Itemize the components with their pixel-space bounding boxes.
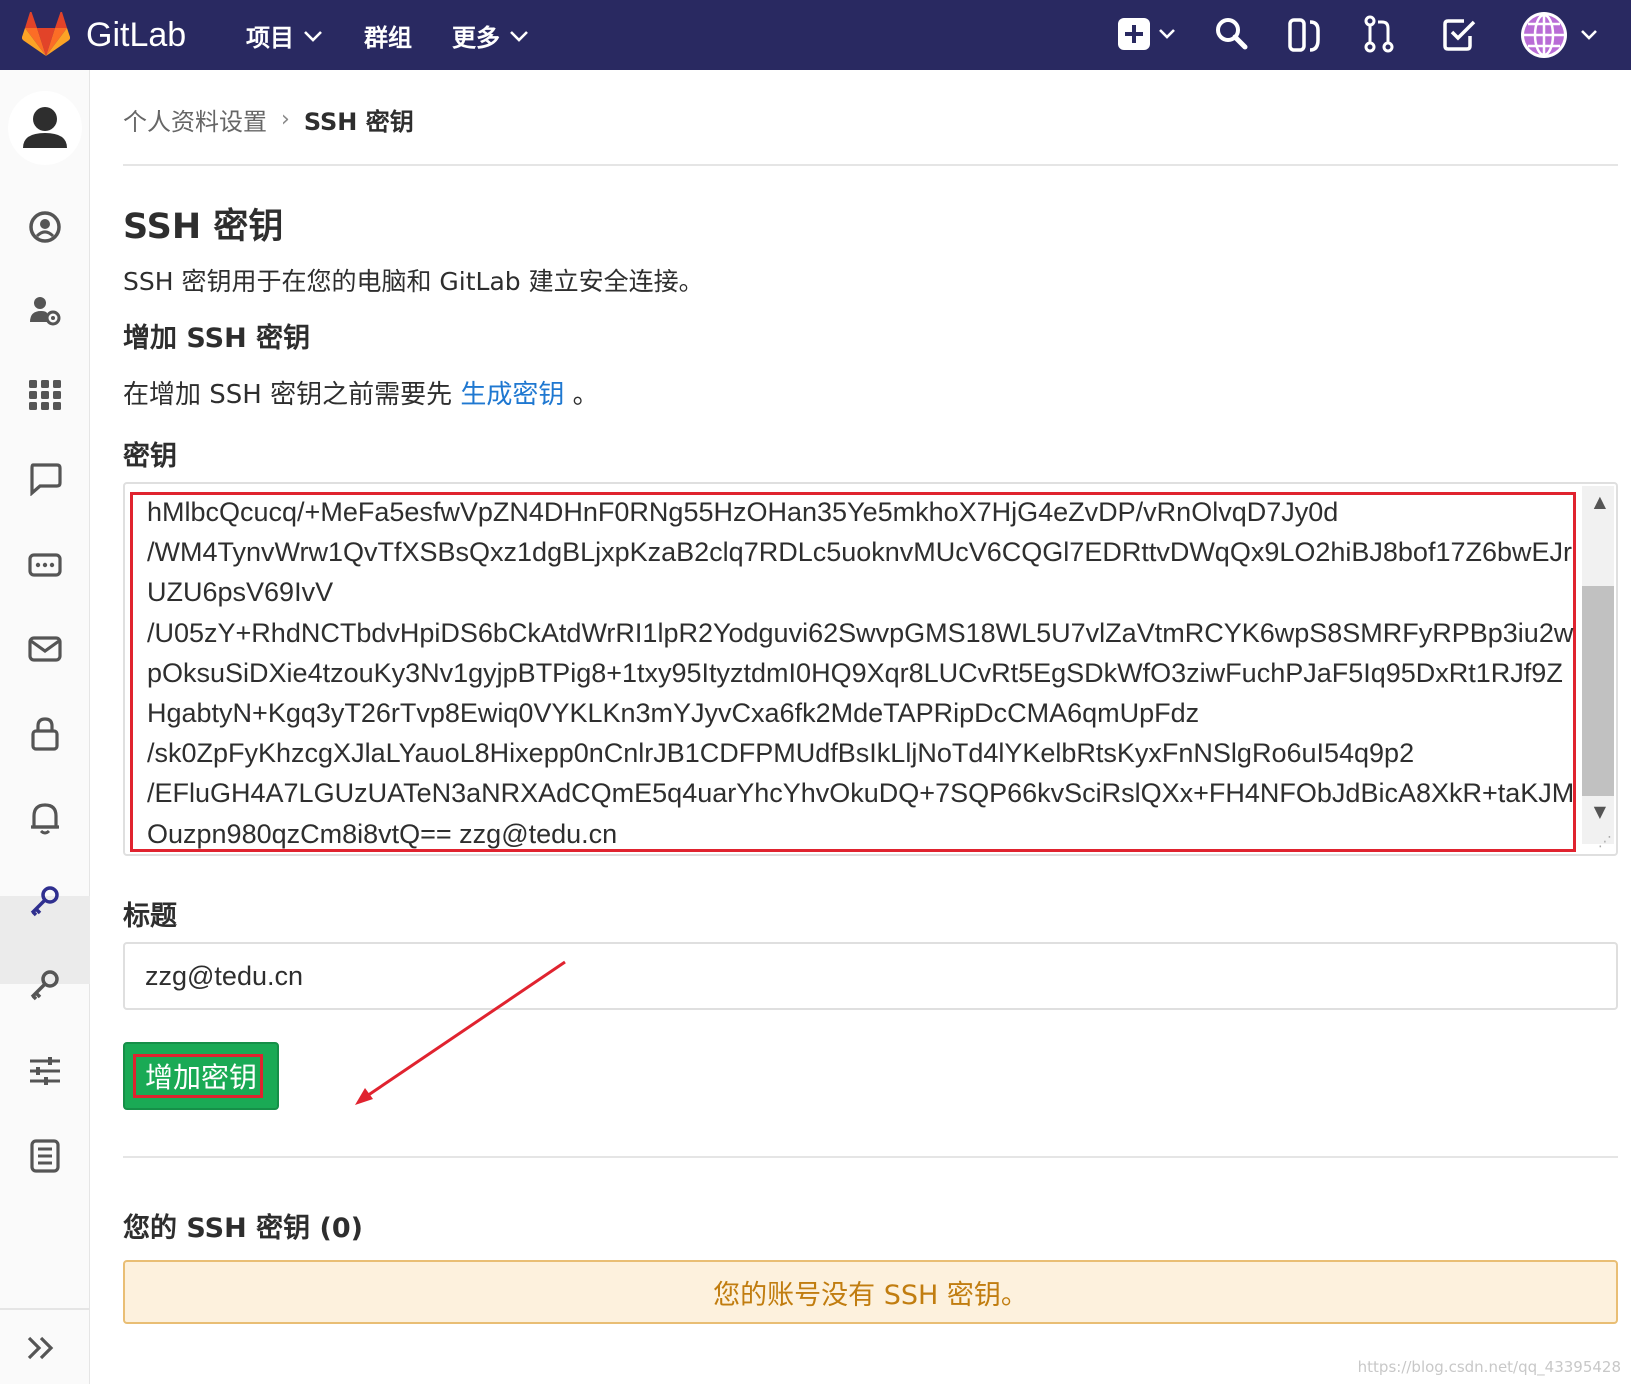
nav-more[interactable]: 更多 (452, 18, 530, 53)
user-menu[interactable] (1520, 10, 1620, 64)
emails-icon (28, 636, 62, 662)
profile-icon (29, 211, 61, 243)
chevron-down-icon (510, 30, 528, 42)
brand[interactable]: GitLab (22, 12, 186, 58)
scroll-up-icon[interactable]: ▲ (1594, 492, 1606, 511)
breadcrumb: 个人资料设置 › SSH 密钥 (123, 102, 414, 137)
divider (123, 164, 1618, 166)
authentication-log-icon (30, 1139, 60, 1173)
issues-icon (1288, 18, 1320, 52)
expand-sidebar-icon (27, 1336, 54, 1360)
add-key-heading: 增加 SSH 密钥 (123, 323, 311, 354)
plus-square-icon (1118, 18, 1175, 50)
sidebar-collapse[interactable] (0, 1308, 90, 1384)
textarea-scrollbar-thumb[interactable] (1582, 586, 1614, 796)
ssh-keys-icon (30, 886, 59, 917)
sidebar-item-account[interactable] (0, 294, 90, 328)
chevron-down-icon (304, 30, 322, 42)
sidebar-item-preferences[interactable] (0, 1054, 90, 1088)
new-dropdown[interactable] (1116, 14, 1182, 58)
resize-handle-icon[interactable]: ⋰ (1598, 834, 1612, 850)
gitlab-logo-icon (22, 12, 70, 56)
search-button[interactable] (1214, 16, 1250, 56)
annotation-highlight-box (133, 1054, 263, 1098)
brand-name: GitLab (86, 15, 187, 54)
chat-icon (30, 463, 62, 496)
sidebar-item-profile[interactable] (0, 210, 90, 244)
settings-sidebar (0, 70, 90, 1384)
add-key-button[interactable]: 增加密钥 (123, 1042, 279, 1110)
key-label: 密钥 (123, 441, 177, 472)
annotation-arrow-icon (355, 960, 566, 1105)
password-icon (31, 717, 59, 751)
title-label: 标题 (123, 901, 177, 932)
key-textarea-value: hMlbcQcucq/+MeFa5esfwVpZN4DHnF0RNg55HzOH… (147, 497, 1575, 849)
sidebar-item-gpg-keys[interactable] (0, 968, 90, 1002)
generate-key-link[interactable]: 生成密钥 (460, 380, 564, 410)
sidebar-item-chat[interactable] (0, 462, 90, 496)
search-icon (1216, 18, 1248, 50)
merge-requests-button[interactable] (1362, 14, 1396, 58)
nav-more-label: 更多 (452, 24, 500, 52)
user-avatar-icon (8, 91, 82, 165)
sidebar-item-notifications[interactable] (0, 800, 90, 836)
nav-groups[interactable]: 群组 (364, 18, 412, 53)
scroll-down-icon[interactable]: ▼ (1594, 802, 1606, 821)
breadcrumb-separator-icon: › (281, 107, 290, 132)
applications-icon (29, 380, 61, 410)
todos-button[interactable] (1442, 16, 1478, 56)
key-textarea[interactable]: hMlbcQcucq/+MeFa5esfwVpZN4DHnF0RNg55HzOH… (123, 482, 1618, 856)
breadcrumb-current[interactable]: SSH 密钥 (304, 102, 414, 137)
sidebar-item-password[interactable] (0, 716, 90, 752)
preferences-icon (30, 1057, 60, 1085)
top-navbar: GitLab 项目 群组 更多 (0, 0, 1631, 70)
access-tokens-icon (28, 553, 62, 577)
watermark: https://blog.csdn.net/qq_43395428 (1357, 1358, 1621, 1376)
issues-button[interactable] (1286, 16, 1324, 58)
generate-key-hint: 在增加 SSH 密钥之前需要先 生成密钥 。 (123, 374, 599, 411)
sidebar-item-authentication-log[interactable] (0, 1138, 90, 1174)
sidebar-item-applications[interactable] (0, 378, 90, 412)
divider (123, 1156, 1618, 1158)
hint-text: 在增加 SSH 密钥之前需要先 (123, 380, 453, 410)
avatar-globe-icon (1521, 12, 1597, 58)
no-keys-alert: 您的账号没有 SSH 密钥。 (123, 1260, 1618, 1324)
sidebar-item-access-tokens[interactable] (0, 548, 90, 582)
sidebar-item-emails[interactable] (0, 632, 90, 666)
todo-icon (1443, 19, 1476, 51)
notifications-icon (31, 803, 59, 835)
account-icon (30, 297, 61, 326)
merge-request-icon (1364, 15, 1394, 53)
page-title: SSH 密钥 (123, 207, 284, 247)
page-description: SSH 密钥用于在您的电脑和 GitLab 建立安全连接。 (123, 267, 704, 296)
hint-end: 。 (572, 380, 599, 410)
sidebar-user-avatar[interactable] (0, 90, 90, 166)
no-keys-message: 您的账号没有 SSH 密钥。 (713, 1279, 1028, 1311)
breadcrumb-parent[interactable]: 个人资料设置 (123, 102, 267, 137)
title-input[interactable] (123, 942, 1618, 1010)
your-keys-heading: 您的 SSH 密钥 (0) (123, 1213, 363, 1244)
sidebar-item-ssh-keys[interactable] (0, 884, 90, 918)
gpg-keys-icon (30, 970, 59, 1001)
nav-groups-label: 群组 (364, 24, 412, 52)
nav-projects[interactable]: 项目 (246, 18, 324, 53)
nav-projects-label: 项目 (246, 24, 294, 52)
